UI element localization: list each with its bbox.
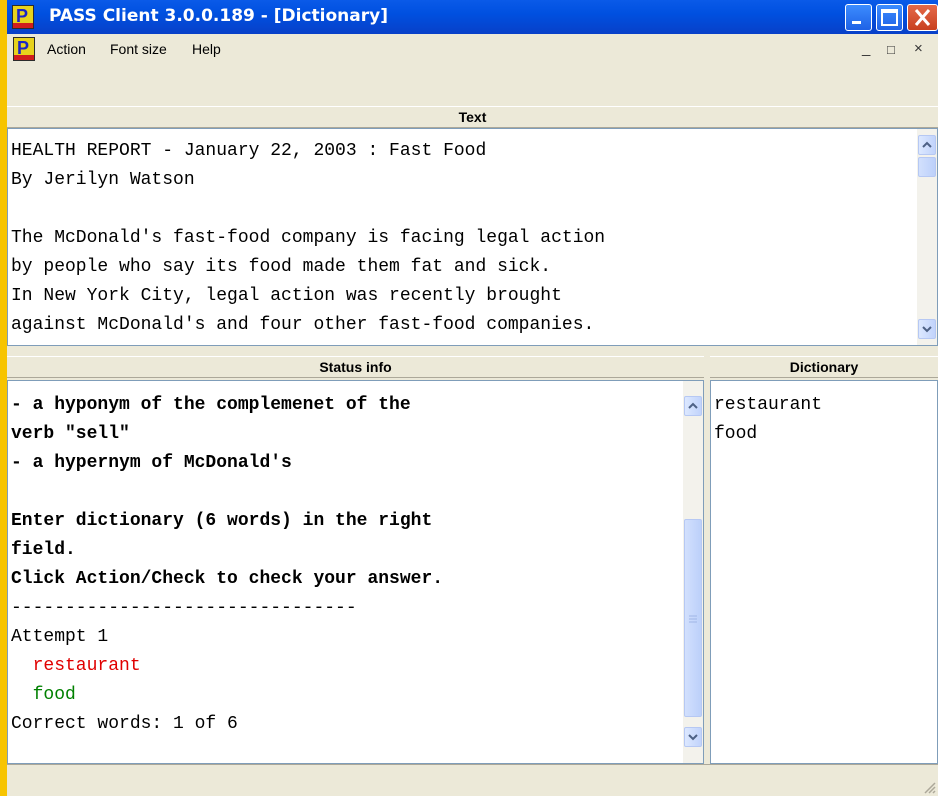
- menu-action[interactable]: Action: [47, 41, 86, 57]
- maximize-button[interactable]: [876, 4, 903, 31]
- status-line: - a hyponym of the complemenet of the: [11, 395, 411, 415]
- scroll-thumb[interactable]: [918, 157, 936, 177]
- minimize-button[interactable]: [845, 4, 872, 31]
- status-line: verb "sell": [11, 424, 130, 444]
- correct-count: Correct words: 1 of 6: [11, 714, 238, 734]
- title-bar[interactable]: P PASS Client 3.0.0.189 - [Dictionary]: [7, 0, 938, 34]
- mdi-minimize-button[interactable]: _: [862, 40, 870, 57]
- scroll-thumb[interactable]: [684, 519, 702, 717]
- status-pane-scrollbar[interactable]: [683, 381, 703, 763]
- minimize-icon: [852, 21, 861, 24]
- resize-grip-icon[interactable]: [922, 780, 936, 794]
- attempt-label: Attempt 1: [11, 627, 109, 647]
- chevron-up-icon: [922, 141, 932, 148]
- scroll-up-button[interactable]: [918, 135, 936, 155]
- menu-help[interactable]: Help: [192, 41, 221, 57]
- chevron-up-icon: [688, 402, 698, 409]
- text-line: HEALTH REPORT - January 22, 2003 : Fast …: [11, 141, 487, 161]
- status-line: - a hypernym of McDonald's: [11, 453, 292, 473]
- separator-line: --------------------------------: [11, 598, 357, 618]
- correct-word: food: [11, 685, 76, 705]
- text-line: against McDonald's and four other fast-f…: [11, 315, 595, 335]
- text-pane-header: Text: [7, 106, 938, 128]
- dictionary-pane-header: Dictionary: [710, 356, 938, 378]
- dictionary-input[interactable]: restaurant food: [710, 380, 938, 764]
- text-line: The McDonald's fast-food company is faci…: [11, 228, 606, 248]
- wrong-word: restaurant: [11, 656, 141, 676]
- text-pane-scrollbar[interactable]: [917, 129, 937, 345]
- scroll-up-button[interactable]: [684, 396, 702, 416]
- mdi-app-icon[interactable]: P: [13, 37, 35, 61]
- text-line: In New York City, legal action was recen…: [11, 286, 562, 306]
- chevron-down-icon: [922, 326, 932, 333]
- mdi-restore-button[interactable]: □: [887, 42, 895, 57]
- status-line: field.: [11, 540, 76, 560]
- text-line: By Jerilyn Watson: [11, 170, 195, 190]
- status-pane[interactable]: - a hyponym of the complemenet of the ve…: [7, 380, 704, 764]
- dictionary-entry: restaurant: [714, 395, 823, 415]
- window-title: PASS Client 3.0.0.189 - [Dictionary]: [49, 6, 388, 26]
- menu-font-size[interactable]: Font size: [110, 41, 167, 57]
- close-icon: [914, 9, 931, 26]
- close-button[interactable]: [907, 4, 938, 31]
- mdi-close-button[interactable]: ×: [914, 40, 923, 57]
- scroll-down-button[interactable]: [918, 319, 936, 339]
- chevron-down-icon: [688, 734, 698, 741]
- status-line: Enter dictionary (6 words) in the right: [11, 511, 433, 531]
- text-line: by people who say its food made them fat…: [11, 257, 552, 277]
- menu-bar: P Action Font size Help _ □ ×: [7, 34, 938, 64]
- status-pane-header: Status info: [7, 356, 704, 378]
- status-line: Click Action/Check to check your answer.: [11, 569, 444, 589]
- status-bar: [7, 764, 938, 796]
- dictionary-entry: food: [714, 424, 758, 444]
- app-icon[interactable]: P: [12, 5, 34, 29]
- maximize-icon: [881, 9, 898, 26]
- text-pane[interactable]: HEALTH REPORT - January 22, 2003 : Fast …: [7, 128, 938, 346]
- app-window: P PASS Client 3.0.0.189 - [Dictionary] P…: [7, 0, 938, 796]
- scroll-down-button[interactable]: [684, 727, 702, 747]
- grip-icon: [689, 615, 697, 623]
